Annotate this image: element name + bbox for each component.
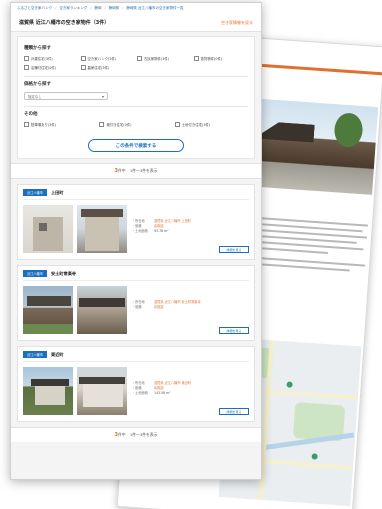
property-photo[interactable] [77, 367, 127, 415]
chevron-down-icon: ▾ [101, 93, 104, 99]
other-options: 駐車場あり(3件) 畑付き住宅(0件) 土地付き住宅(3件) [24, 122, 248, 127]
price-select[interactable]: 指定なし ▾ [24, 92, 108, 100]
property-photo[interactable] [23, 286, 73, 334]
type-checkbox[interactable]: 戸建住宅(3件) [24, 56, 79, 61]
type-checkbox[interactable]: 空き家バンク(3件) [80, 56, 136, 61]
listing-specs: ・所在地 滋賀県 近江八幡市 上田町 ・価格 応相談 ・土地面積 93.78 m² [132, 219, 192, 233]
type-checkbox[interactable]: 農家住宅(3件) [80, 65, 136, 70]
checkbox-icon[interactable] [24, 122, 29, 127]
listing-specs: ・所在地 滋賀県 近江八幡市 東近町 ・価格 応相談 ・土地面積 143.58 m² [132, 381, 192, 395]
breadcrumb-item[interactable]: 静岡県 [109, 6, 120, 11]
listing-card[interactable]: 近江八幡市 安土町常楽寺 ・所在地 滋賀県 近江八幡市 安土町常楽寺 ・価格 応相談… [17, 265, 255, 341]
breadcrumb-item[interactable]: ふるさと空き家バンク [17, 6, 52, 11]
checkbox-icon[interactable] [137, 56, 142, 61]
other-checkbox[interactable]: 駐車場あり(3件) [24, 122, 97, 127]
type-options: 戸建住宅(3件) 空き家バンク(3件) 古民家物件(3件) 賃貸物件(0件) 店… [24, 56, 248, 70]
area-badge: 近江八幡市 [23, 189, 47, 196]
search-filters: 種類から探す 戸建住宅(3件) 空き家バンク(3件) 古民家物件(3件) 賃貸物… [17, 36, 255, 159]
breadcrumb: ふるさと空き家バンク / 空き家ランキング / 静岡 / 静岡県 / 静岡県 近… [11, 3, 261, 14]
roof-shape [254, 121, 315, 143]
type-checkbox[interactable]: 店舗付住宅(0件) [24, 65, 79, 70]
listing-title[interactable]: 東近町 [51, 352, 64, 358]
area-badge: 近江八幡市 [23, 270, 47, 277]
other-checkbox[interactable]: 土地付き住宅(3件) [174, 122, 248, 127]
search-button[interactable]: この条件で検索する [88, 139, 184, 152]
property-photo[interactable] [23, 367, 73, 415]
property-photo[interactable] [23, 205, 73, 253]
checkbox-icon[interactable] [99, 122, 105, 127]
title-bar: 滋賀県 近江八幡市の空き家物件（3件） 空き家情報を見る [11, 14, 261, 32]
checkbox-icon[interactable] [24, 56, 29, 61]
property-photo[interactable] [77, 286, 127, 334]
page-title: 滋賀県 近江八幡市の空き家物件（3件） [19, 20, 110, 26]
listing-page: ふるさと空き家バンク / 空き家ランキング / 静岡 / 静岡県 / 静岡県 近… [10, 2, 262, 480]
checkbox-icon[interactable] [24, 65, 29, 70]
checkbox-icon[interactable] [80, 56, 86, 61]
tree-shape [333, 112, 364, 149]
listing-title[interactable]: 安土町常楽寺 [51, 271, 76, 277]
listing-specs: ・所在地 滋賀県 近江八幡市 安土町常楽寺 ・価格 応相談 [132, 300, 201, 309]
bottom-result-count: 3件中 1件〜3件を表示 [11, 427, 261, 442]
detail-button[interactable]: 詳細を見る [219, 408, 249, 415]
other-checkbox[interactable]: 畑付き住宅(0件) [99, 122, 172, 127]
price-heading: 価格から探す [24, 82, 51, 87]
checkbox-icon[interactable] [80, 65, 86, 70]
type-heading: 種類から探す [24, 46, 51, 51]
breadcrumb-current: 静岡県 近江八幡市の空き家物件一覧 [126, 6, 184, 10]
property-photo[interactable] [77, 205, 127, 253]
type-checkbox[interactable]: 古民家物件(3件) [137, 56, 192, 61]
area-badge: 近江八幡市 [23, 351, 47, 358]
listing-title[interactable]: 上田町 [51, 190, 64, 196]
result-count: 3件中 1件〜3件を表示 [11, 163, 261, 179]
other-heading: その他 [24, 112, 38, 117]
breadcrumb-item[interactable]: 空き家ランキング [59, 6, 87, 11]
breadcrumb-item[interactable]: 静岡 [94, 6, 101, 11]
listing-card[interactable]: 近江八幡市 東近町 ・所在地 滋賀県 近江八幡市 東近町 ・価格 応相談 ・土地面積… [17, 346, 255, 422]
price-select-value: 指定なし [28, 94, 42, 99]
checkbox-icon[interactable] [174, 122, 180, 127]
screenshot-stage: ふるさと空き家バンク / 空き家ランキング / 静岡 / 静岡県 / 静岡県 近… [0, 0, 382, 509]
type-checkbox[interactable]: 賃貸物件(0件) [193, 56, 249, 61]
detail-button[interactable]: 詳細を見る [219, 327, 249, 334]
detail-button[interactable]: 詳細を見る [219, 246, 249, 253]
listing-card[interactable]: 近江八幡市 上田町 ・所在地 滋賀県 近江八幡市 上田町 ・価格 応相談 ・土地面積… [17, 184, 255, 260]
info-link[interactable]: 空き家情報を見る [221, 20, 253, 26]
checkbox-icon[interactable] [193, 56, 199, 61]
